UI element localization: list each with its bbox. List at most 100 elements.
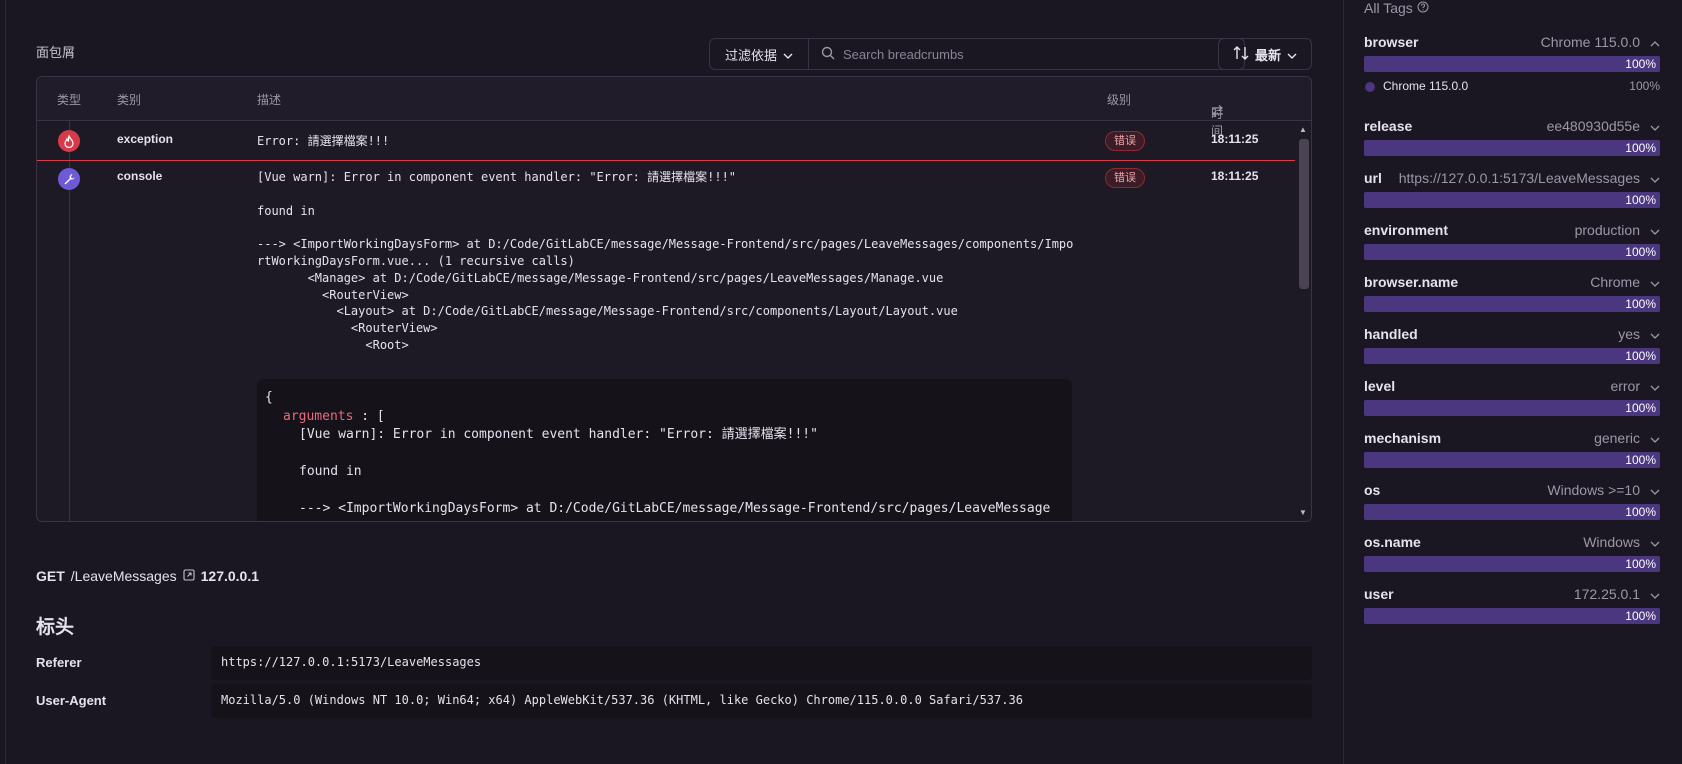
tag-header[interactable]: release ee480930d55e <box>1364 116 1660 136</box>
tag-header[interactable]: mechanism generic <box>1364 428 1660 448</box>
tag-detail-label: Chrome 115.0.0 <box>1383 79 1469 93</box>
filter-button[interactable]: 过滤依据 <box>710 39 809 69</box>
tag-detail-percent: 100% <box>1629 79 1660 93</box>
scroll-thumb[interactable] <box>1299 139 1309 289</box>
tag-mechanism[interactable]: mechanism generic 100% <box>1364 428 1660 468</box>
wrench-icon <box>58 168 80 190</box>
tag-percent: 100% <box>1625 505 1656 519</box>
tag-value-text: 172.25.0.1 <box>1573 586 1640 602</box>
tag-header[interactable]: environment production <box>1364 220 1660 240</box>
header-key: User-Agent <box>36 693 107 708</box>
tag-value-detail[interactable]: Chrome 115.0.0 100% <box>1364 78 1660 98</box>
tag-value: Chrome <box>1590 274 1660 290</box>
tag-value-text: Windows >=10 <box>1547 482 1640 498</box>
tag-header[interactable]: level error <box>1364 376 1660 396</box>
search-icon <box>821 46 835 63</box>
tag-header[interactable]: user 172.25.0.1 <box>1364 584 1660 604</box>
search-breadcrumbs-input[interactable]: Search breadcrumbs <box>809 46 1244 63</box>
column-category: 类别 <box>117 93 142 107</box>
breadcrumb-data-box: { arguments : [ [Vue warn]: Error in com… <box>257 379 1072 521</box>
all-tags-title: All Tags <box>1364 0 1429 16</box>
chevron-down-icon <box>1650 430 1660 446</box>
scroll-down-icon[interactable]: ▼ <box>1299 508 1307 517</box>
tag-key: os <box>1364 482 1381 498</box>
tags-sidebar: All Tags browser Chrome 115.0.0 100% Chr… <box>1364 0 1660 764</box>
chevron-down-icon <box>1650 586 1660 602</box>
json-bracket: : [ <box>361 408 385 424</box>
tag-header[interactable]: os Windows >=10 <box>1364 480 1660 500</box>
tag-key: mechanism <box>1364 430 1442 446</box>
tag-release[interactable]: release ee480930d55e 100% <box>1364 116 1660 156</box>
tag-value: Chrome 115.0.0 <box>1541 34 1660 50</box>
chevron-down-icon <box>1650 118 1660 134</box>
description-text: Error: 請選擇檔案!!! <box>257 134 390 148</box>
tag-value: yes <box>1618 326 1660 342</box>
tag-value: generic <box>1594 430 1660 446</box>
time-label: 18:11:25 <box>1211 169 1259 183</box>
tag-os[interactable]: os Windows >=10 100% <box>1364 480 1660 520</box>
help-icon[interactable] <box>1417 0 1429 16</box>
tag-value-text: error <box>1610 378 1640 394</box>
sort-button[interactable]: 最新 <box>1218 38 1312 70</box>
header-row-referer: Referer https://127.0.0.1:5173/LeaveMess… <box>36 646 1312 680</box>
tag-value: ee480930d55e <box>1547 118 1660 134</box>
tag-distribution-bar: 100% <box>1364 504 1660 520</box>
request-path[interactable]: /LeaveMessages <box>71 568 177 584</box>
tag-percent: 100% <box>1625 297 1656 311</box>
chevron-down-icon <box>1650 274 1660 290</box>
tag-value: https://127.0.0.1:5173/LeaveMessages <box>1399 170 1660 186</box>
search-placeholder: Search breadcrumbs <box>843 46 964 62</box>
tag-browser-name[interactable]: browser.name Chrome 100% <box>1364 272 1660 312</box>
tag-value-text: yes <box>1618 326 1640 342</box>
tag-percent: 100% <box>1625 141 1656 155</box>
chevron-down-icon <box>1287 47 1297 62</box>
tag-level[interactable]: level error 100% <box>1364 376 1660 416</box>
table-row[interactable]: exception Error: 請選擇檔案!!! 错误 18:11:25 <box>37 121 1295 161</box>
tag-value-text: https://127.0.0.1:5173/LeaveMessages <box>1398 170 1640 186</box>
tag-key: browser <box>1364 34 1419 50</box>
scrollbar[interactable]: ▲ ▼ <box>1295 121 1311 521</box>
tag-percent: 100% <box>1625 245 1656 259</box>
breadcrumbs-header: 面包屑 过滤依据 Search breadcrumbs 最新 <box>36 38 1312 72</box>
tag-url[interactable]: url https://127.0.0.1:5173/LeaveMessages… <box>1364 168 1660 208</box>
category-label: console <box>117 169 163 183</box>
breadcrumbs-title: 面包屑 <box>36 45 76 60</box>
tag-header[interactable]: url https://127.0.0.1:5173/LeaveMessages <box>1364 168 1660 188</box>
tag-value: error <box>1610 378 1660 394</box>
tag-value-text: ee480930d55e <box>1546 118 1640 134</box>
tag-distribution-bar: 100% <box>1364 348 1660 364</box>
filter-label: 过滤依据 <box>724 47 777 63</box>
tag-handled[interactable]: handled yes 100% <box>1364 324 1660 364</box>
chevron-up-icon <box>1650 34 1660 50</box>
tag-percent: 100% <box>1625 609 1656 623</box>
request-line: GET /LeaveMessages 127.0.0.1 <box>36 568 259 584</box>
tag-user[interactable]: user 172.25.0.1 100% <box>1364 584 1660 624</box>
tag-key: level <box>1364 378 1396 394</box>
tag-distribution-bar: 100% <box>1364 296 1660 312</box>
level-badge: 错误 <box>1105 168 1145 188</box>
chevron-down-icon <box>783 47 793 62</box>
tag-os-name[interactable]: os.name Windows 100% <box>1364 532 1660 572</box>
tag-header[interactable]: browser Chrome 115.0.0 <box>1364 32 1660 52</box>
tag-key: browser.name <box>1364 274 1459 290</box>
tag-value-text: Chrome 115.0.0 <box>1540 34 1640 50</box>
tag-header[interactable]: browser.name Chrome <box>1364 272 1660 292</box>
scroll-up-icon[interactable]: ▲ <box>1299 125 1307 134</box>
level-badge: 错误 <box>1105 131 1145 151</box>
external-link-icon[interactable] <box>183 568 195 584</box>
chevron-down-icon <box>1650 326 1660 342</box>
chevron-down-icon <box>1650 482 1660 498</box>
tag-environment[interactable]: environment production 100% <box>1364 220 1660 260</box>
request-method: GET <box>36 568 65 584</box>
tag-header[interactable]: os.name Windows <box>1364 532 1660 552</box>
json-key: arguments <box>283 408 354 424</box>
tag-value-text: Windows <box>1583 534 1640 550</box>
tag-key: environment <box>1364 222 1449 238</box>
tag-header[interactable]: handled yes <box>1364 324 1660 344</box>
tag-browser[interactable]: browser Chrome 115.0.0 100% Chrome 115.0… <box>1364 32 1660 93</box>
all-tags-label: All Tags <box>1364 0 1413 16</box>
tag-distribution-bar: 100% <box>1364 192 1660 208</box>
tag-distribution-bar: 100% <box>1364 400 1660 416</box>
tag-key: os.name <box>1364 534 1421 550</box>
table-row[interactable]: console [Vue warn]: Error in component e… <box>37 161 1295 521</box>
